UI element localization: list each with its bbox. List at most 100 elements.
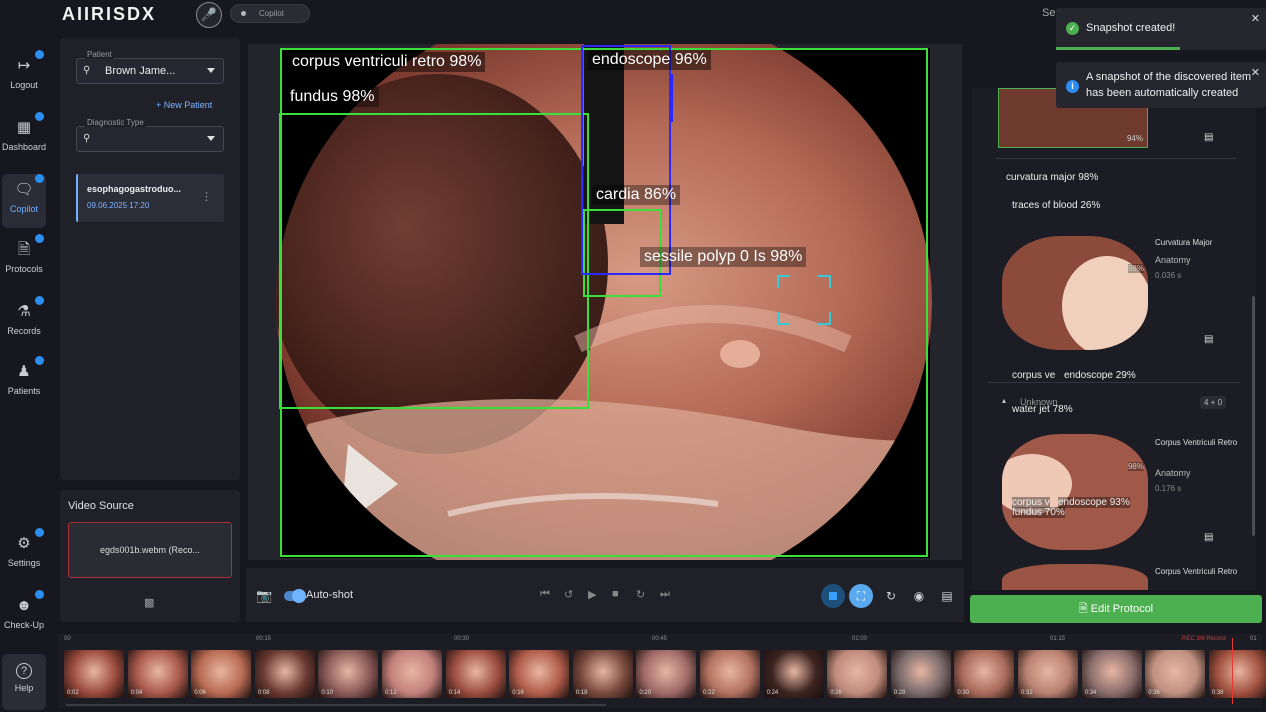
autoshot-toggle[interactable] [284, 589, 306, 603]
comment-icon[interactable]: ▤ [1204, 334, 1213, 345]
play-icon[interactable]: ▶ [588, 588, 596, 601]
patient-select[interactable]: Patient ⚲ Brown Jame... [76, 50, 224, 84]
timeline-thumbnail[interactable]: 0:22 [700, 650, 760, 698]
detection-label: endoscope 96% [588, 50, 711, 70]
timeline-thumbnail[interactable]: 0:36 [1145, 650, 1206, 698]
autoshot-label: Auto-shot [306, 589, 354, 601]
diagnostic-type-select[interactable]: Diagnostic Type ⚲ [76, 118, 224, 152]
study-date: 09.06.2025 17:20 [87, 201, 150, 210]
sidebar-item-help[interactable]: ? Help [2, 654, 46, 710]
close-icon[interactable]: ✕ [1251, 12, 1260, 25]
snapshot-tag: corpus ve [1012, 370, 1056, 381]
sidebar-item-logout[interactable]: ↦ Logout [0, 50, 48, 104]
snapshot-image[interactable] [1002, 564, 1148, 590]
notification-badge [35, 590, 44, 599]
filmstrip-button[interactable]: ▤ [935, 584, 959, 608]
video-source-file[interactable]: egds001b.webm (Reco... [68, 522, 232, 578]
more-vert-icon[interactable]: ⋮ [201, 190, 212, 203]
sidebar-item-copilot[interactable]: 🗨 Copilot [2, 174, 46, 228]
diagnostic-type-label: Diagnostic Type [85, 118, 146, 127]
timeline-thumbnail-time: 0:28 [893, 690, 906, 696]
rewind-icon[interactable]: ↺ [564, 588, 573, 601]
timeline-thumbnail[interactable]: 0:12 [382, 650, 442, 698]
timeline-thumbnail[interactable]: 0:26 [827, 650, 888, 698]
divider [996, 158, 1236, 159]
playback-controls: 📷 Auto-shot ⏮ ↺ ▶ ■ ↻ ⏭ ⛶ ↻ ◉ ▤ [246, 568, 964, 622]
timeline-scrollbar[interactable] [66, 704, 606, 706]
timeline-tick: 00:30 [454, 636, 470, 642]
video-camera-icon[interactable]: ▩ [144, 596, 154, 609]
sidebar-item-label: Dashboard [1, 142, 47, 152]
snapshot-image[interactable]: 98% [1002, 236, 1148, 350]
snapshot-overlay-score: 98% [1127, 264, 1144, 273]
sidebar-item-protocols[interactable]: 🗎 Protocols [0, 234, 48, 288]
crop-button[interactable]: ⛶ [849, 584, 873, 608]
sidebar-item-checkup[interactable]: ☻ Check-Up [0, 590, 48, 644]
snapshot-image[interactable]: 98% [1002, 434, 1148, 550]
chevron-down-icon [207, 136, 215, 141]
timeline-thumbnail[interactable]: 0:14 [445, 650, 506, 698]
new-patient-button[interactable]: + New Patient [156, 100, 212, 110]
timeline-thumbnail[interactable]: 0:24 [763, 650, 824, 698]
timeline-playhead[interactable] [1232, 638, 1233, 704]
snapshot-overlay-score: 94% [1126, 134, 1143, 143]
timeline-thumbnail-time: 0:36 [1148, 690, 1160, 696]
record-stop-button[interactable] [821, 584, 845, 608]
reset-button[interactable]: ↻ [879, 584, 903, 608]
timeline-thumbnail[interactable]: 0:32 [1018, 650, 1078, 698]
snapshot-title: Curvatura Major [1155, 238, 1213, 247]
snapshot-list-scrollbar[interactable] [1252, 296, 1255, 536]
timeline-thumbnail[interactable]: 0:02 [64, 650, 124, 698]
timeline-thumbnail[interactable]: 0:04 [127, 650, 188, 698]
skip-start-icon[interactable]: ⏮ [540, 588, 550, 601]
toast-progress-bar [1056, 47, 1180, 50]
timeline-thumbnail[interactable]: 0:18 [572, 650, 633, 698]
sidebar-item-settings[interactable]: ⚙ Settings [0, 528, 48, 582]
timeline-thumbnail[interactable]: 0:34 [1081, 650, 1142, 698]
camera-icon[interactable]: 📷 [256, 588, 272, 604]
close-icon[interactable]: ✕ [1251, 66, 1260, 79]
timeline-tick: 01:00 [852, 636, 868, 642]
timeline-thumbnail-time: 0:22 [703, 690, 715, 696]
timeline-thumbnail[interactable]: 0:10 [318, 650, 379, 698]
timeline-thumbnail-time: 0:34 [1084, 690, 1097, 696]
timeline-thumbnail[interactable]: 0:38 [1208, 650, 1266, 698]
study-card[interactable]: esophagogastroduo... 09.06.2025 17:20 ⋮ [76, 174, 224, 222]
forward-icon[interactable]: ↻ [636, 588, 645, 601]
timeline-thumbnail[interactable]: 0:28 [890, 650, 951, 698]
patient-select-value: Brown Jame... [105, 65, 176, 77]
timeline-thumbnail[interactable]: 0:06 [191, 650, 252, 698]
snapshot-tag: traces of blood 26% [1012, 200, 1101, 211]
comment-icon[interactable]: ▤ [1204, 132, 1213, 143]
top-search-label[interactable]: Se [1042, 7, 1055, 19]
copilot-status-pill[interactable]: Copilot [230, 4, 310, 23]
timeline-thumbnail[interactable]: 0:16 [509, 650, 570, 698]
comment-icon[interactable]: ▤ [1204, 532, 1213, 543]
sidebar-item-label: Protocols [5, 264, 43, 274]
timeline-thumbnail[interactable]: 0:08 [254, 650, 315, 698]
sidebar-item-records[interactable]: ⚗ Records [0, 296, 48, 350]
timeline-thumbnail[interactable]: 0:30 [954, 650, 1015, 698]
sidebar-item-label: Patients [7, 386, 41, 396]
visibility-button[interactable]: ◉ [907, 584, 931, 608]
notification-badge [35, 296, 44, 305]
toast-message: A snapshot of the discovered item has be… [1086, 71, 1252, 99]
sidebar-item-dashboard[interactable]: ▦ Dashboard [0, 112, 48, 166]
timeline-tick: 00 [64, 636, 71, 642]
edit-protocol-button[interactable]: 🗎 Edit Protocol [970, 595, 1262, 623]
timeline-thumbnail[interactable]: 0:20 [636, 650, 697, 698]
timeline[interactable]: 00 00:15 00:30 00:45 01:00 01:15 01 REC … [58, 634, 1266, 708]
eye-icon: ◉ [913, 589, 925, 603]
timeline-thumbnail-time: 0:14 [448, 690, 461, 696]
copilot-pill-label: Copilot [259, 9, 284, 18]
notification-badge [35, 174, 44, 183]
study-title: esophagogastroduo... [87, 184, 182, 194]
video-frame[interactable]: corpus ventriculi retro 98% endoscope 96… [248, 44, 962, 560]
microphone-button[interactable]: 🎤 [196, 2, 222, 28]
help-icon: ? [16, 663, 32, 679]
stop-icon[interactable]: ■ [612, 588, 619, 600]
notification-badge [35, 356, 44, 365]
sidebar-item-patients[interactable]: ♟ Patients [0, 356, 48, 410]
check-circle-icon: ✓ [1066, 22, 1079, 35]
skip-end-icon[interactable]: ⏭ [660, 588, 670, 601]
